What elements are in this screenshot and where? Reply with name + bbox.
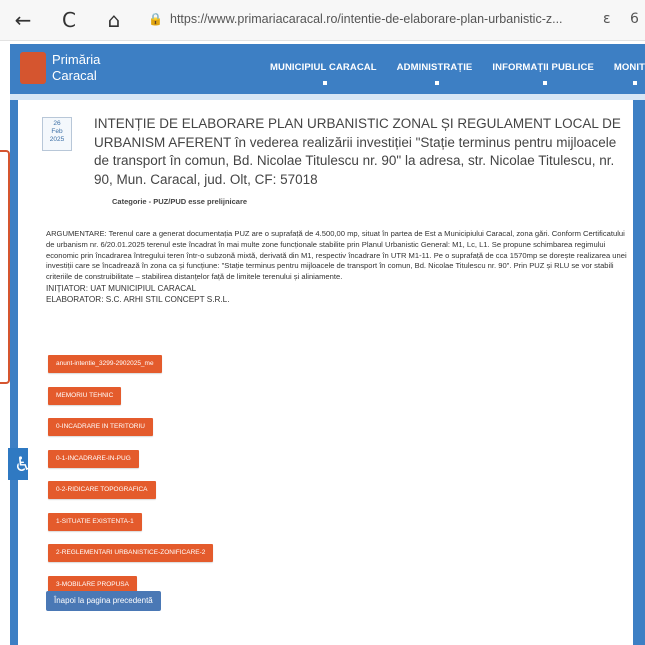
logo-line-2: Caracal — [52, 68, 97, 83]
page-title: INTENȚIE DE ELABORARE PLAN URBANISTIC ZO… — [94, 116, 621, 187]
file-button-incadrare-teritoriu[interactable]: 0-INCADRARE IN TERITORIU — [48, 418, 153, 436]
reload-icon[interactable]: C — [58, 9, 80, 31]
date-day: 26 — [53, 120, 61, 127]
file-button-memoriu[interactable]: MEMORIU TEHNIC — [48, 386, 122, 405]
menu-item-informatii-publice[interactable]: INFORMAȚII PUBLICE — [492, 62, 594, 85]
date-badge: 26 Feb 2025 — [42, 117, 72, 151]
initiator-line: INIȚIATOR: UAT MUNICIPIUL CARACAL — [46, 283, 197, 293]
browser-toolbar: ← C ⌂ 🔒 https://www.primariacaracal.ro/i… — [0, 0, 645, 41]
attachments-list: anunt-intentie_3299-2902025_me MEMORIU T… — [48, 352, 214, 604]
file-button-reglementari[interactable]: 2-REGLEMENTARI URBANISTICE-ZONIFICARE-2 — [48, 544, 214, 562]
article: 26 Feb 2025 INTENȚIE DE ELABORARE PLAN U… — [28, 105, 628, 645]
lock-icon[interactable]: 🔒 — [148, 12, 163, 26]
logo-line-1: Primăria — [52, 52, 101, 67]
site-logo-text[interactable]: Primăria Caracal — [52, 52, 100, 84]
argument-paragraph: ARGUMENTARE: Terenul care a generat docu… — [46, 229, 627, 282]
elaborator-line: ELABORATOR: S.C. ARHI STIL CONCEPT S.R.L… — [46, 294, 230, 304]
article-body: ARGUMENTARE: Terenul care a generat docu… — [46, 229, 628, 305]
right-frame — [633, 100, 645, 645]
menu-item-monitor[interactable]: MONITO — [614, 62, 645, 85]
extension-icon[interactable]: 6 — [630, 11, 639, 27]
header-strip — [10, 94, 645, 100]
file-button-anunt[interactable]: anunt-intentie_3299-2902025_me — [48, 355, 162, 373]
date-year: 2025 — [49, 136, 65, 143]
home-icon[interactable]: ⌂ — [103, 9, 125, 31]
main-menu: MUNICIPIUL CARACAL ADMINISTRAȚIE INFORMA… — [270, 62, 645, 85]
menu-item-municipiul[interactable]: MUNICIPIUL CARACAL — [270, 62, 377, 85]
back-arrow-icon[interactable]: ← — [12, 9, 34, 31]
file-button-ridicare-topografica[interactable]: 0-2-RIDICARE TOPOGRAFICA — [48, 481, 156, 499]
address-bar[interactable]: https://www.primariacaracal.ro/intentie-… — [170, 12, 590, 30]
post-category[interactable]: Categorie - PUZ/PUD esse prelijnicare — [112, 197, 247, 206]
file-button-situatie-existenta[interactable]: 1-SITUATIE EXISTENTA-1 — [48, 512, 142, 531]
date-month: Feb — [51, 128, 63, 135]
file-button-incadrare-pug[interactable]: 0-1-INCADRARE-IN-PUG — [48, 449, 139, 468]
reader-icon[interactable]: ε — [603, 11, 611, 27]
left-frame — [10, 100, 18, 645]
sidebar-tab[interactable] — [0, 150, 10, 384]
back-button[interactable]: Înapoi la pagina precedentă — [46, 591, 161, 611]
menu-item-administratie[interactable]: ADMINISTRAȚIE — [397, 62, 473, 85]
site-header: Primăria Caracal MUNICIPIUL CARACAL ADMI… — [10, 44, 645, 94]
coat-of-arms-icon[interactable] — [20, 52, 46, 84]
